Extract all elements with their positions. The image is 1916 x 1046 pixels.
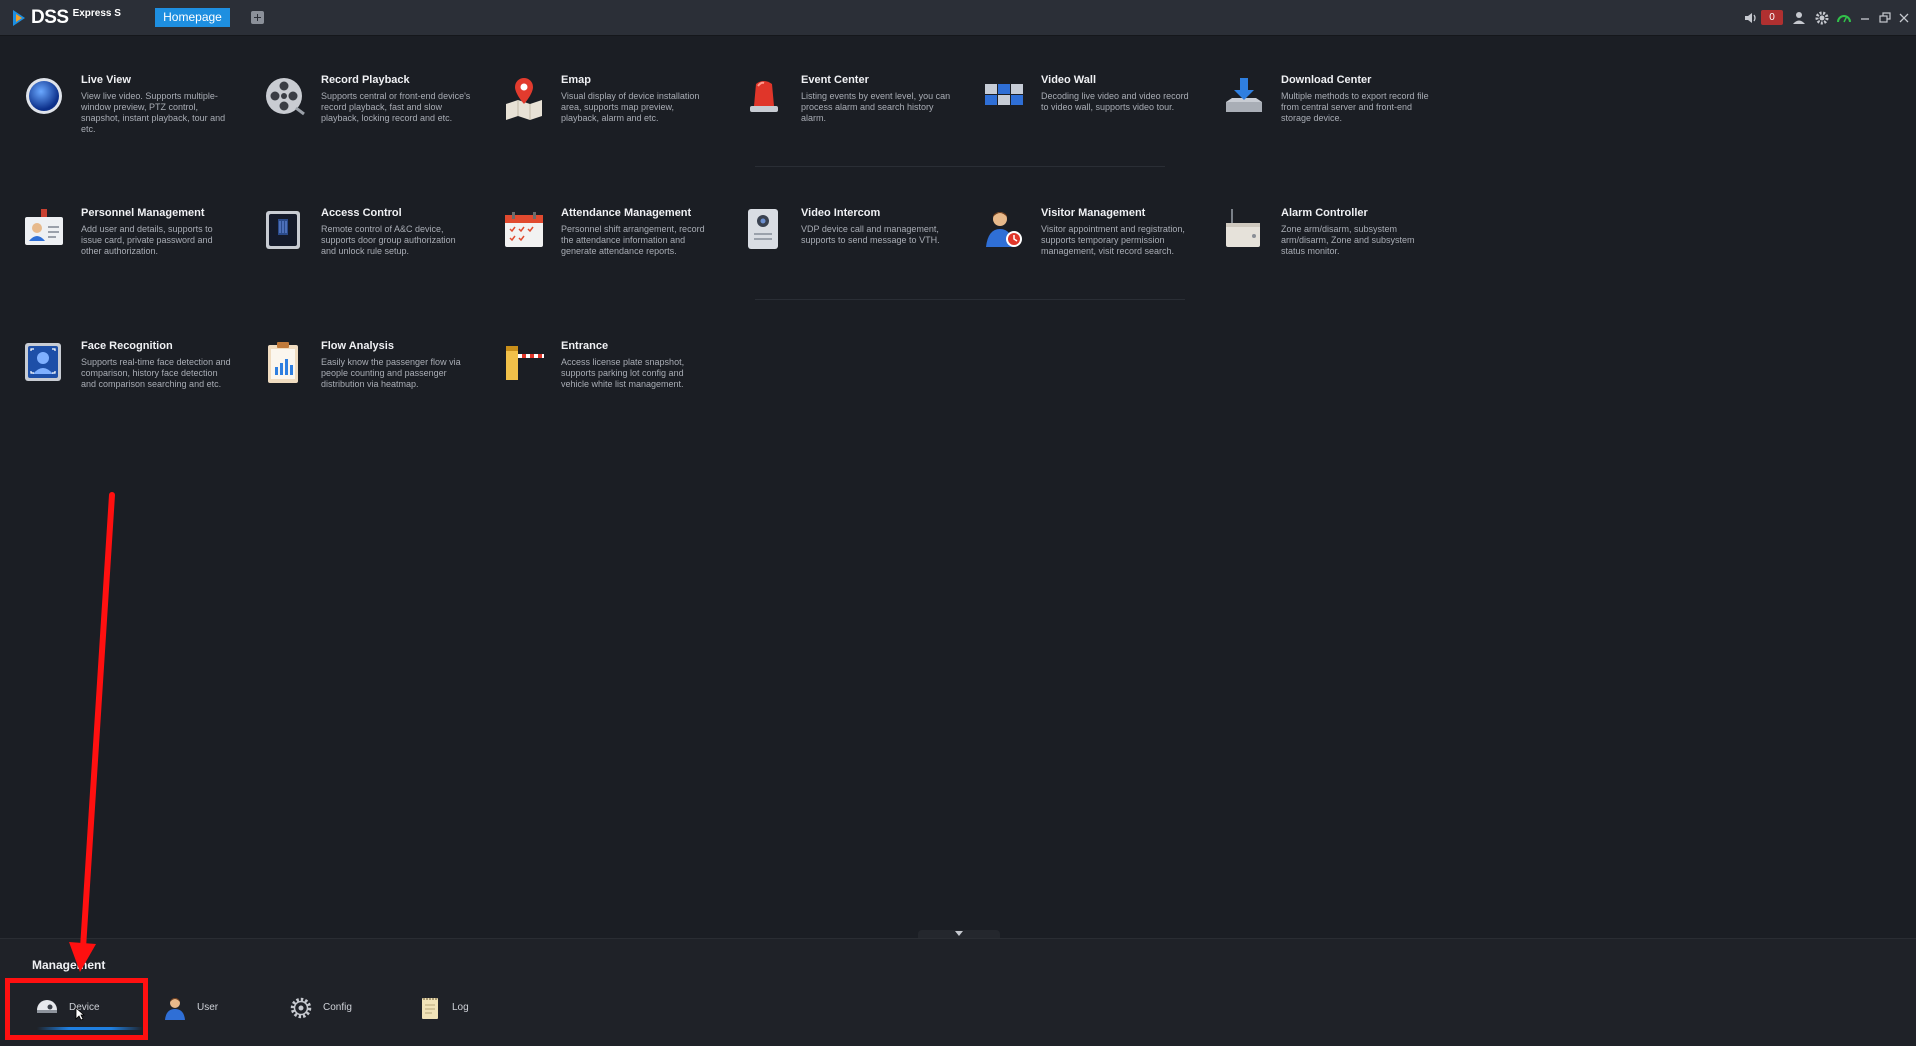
management-item-label: Log	[452, 1002, 469, 1013]
performance-gauge-icon[interactable]	[1836, 10, 1852, 26]
app-title: Visitor Management	[1041, 207, 1146, 219]
brand-edition: Express S	[72, 8, 121, 19]
app-description: Personnel shift arrangement, record the …	[561, 224, 705, 256]
calendar-check-icon	[505, 212, 543, 247]
app-description: Supports central or front-end device's r…	[321, 91, 471, 123]
app-title: Record Playback	[321, 74, 410, 86]
app-description: Zone arm/disarm, subsystem arm/disarm, Z…	[1281, 224, 1415, 256]
app-title: Video Intercom	[801, 207, 881, 219]
app-description: Listing events by event level, you can p…	[801, 91, 951, 123]
app-description: Access license plate snapshot, supports …	[561, 357, 685, 389]
row-divider	[755, 299, 1185, 300]
app-description: View live video. Supports multiple-windo…	[81, 91, 226, 134]
app-title: Alarm Controller	[1281, 207, 1368, 219]
gear-icon	[290, 997, 312, 1019]
face-scan-icon	[25, 343, 61, 381]
app-logo: DSS Express S	[12, 6, 121, 30]
app-access-control[interactable]: Access Control Remote control of A&C dev…	[262, 207, 482, 297]
app-title: Video Wall	[1041, 74, 1097, 86]
brand-name: DSS	[31, 7, 69, 28]
row-divider	[755, 166, 1165, 167]
download-tray-icon	[1226, 78, 1262, 112]
clipboard-chart-icon	[268, 342, 298, 383]
app-title: Entrance	[561, 340, 609, 352]
app-event-center[interactable]: Event Center Listing events by event lev…	[742, 74, 962, 164]
restore-window-icon[interactable]	[1877, 10, 1893, 26]
app-video-intercom[interactable]: Video Intercom VDP device call and manag…	[742, 207, 962, 297]
close-window-icon[interactable]	[1896, 10, 1912, 26]
map-pin-icon	[506, 78, 542, 120]
app-video-wall[interactable]: Video Wall Decoding live video and video…	[982, 74, 1202, 164]
alarm-panel-icon	[1226, 209, 1260, 247]
app-download-center[interactable]: Download Center Multiple methods to expo…	[1222, 74, 1442, 164]
app-face-recognition[interactable]: Face Recognition Supports real-time face…	[22, 340, 242, 430]
app-description: Decoding live video and video record to …	[1041, 91, 1189, 112]
management-title: Management	[32, 958, 106, 972]
app-description: Add user and details, supports to issue …	[81, 224, 213, 256]
alarm-count-badge[interactable]: 0	[1761, 10, 1783, 25]
dss-logo-icon	[13, 10, 25, 26]
top-bar: DSS Express S Homepage 0	[0, 0, 1916, 36]
app-description: Visitor appointment and registration, su…	[1041, 224, 1185, 256]
app-personnel-management[interactable]: Personnel Management Add user and detail…	[22, 207, 242, 297]
id-badge-icon	[25, 209, 63, 245]
app-visitor-management[interactable]: Visitor Management Visitor appointment a…	[982, 207, 1202, 297]
speaker-icon[interactable]	[1743, 10, 1759, 26]
app-title: Event Center	[801, 74, 869, 86]
chevron-down-icon	[955, 931, 963, 936]
user-person-icon	[165, 998, 185, 1020]
app-emap[interactable]: Emap Visual display of device installati…	[502, 74, 722, 164]
app-entrance[interactable]: Entrance Access license plate snapshot, …	[502, 340, 722, 430]
app-title: Download Center	[1281, 74, 1372, 86]
app-title: Face Recognition	[81, 340, 173, 352]
minimize-icon[interactable]	[1857, 10, 1873, 26]
app-description: Easily know the passenger flow via peopl…	[321, 357, 461, 389]
app-description: Visual display of device installation ar…	[561, 91, 700, 123]
settings-gear-icon[interactable]	[1814, 10, 1830, 26]
film-reel-icon	[266, 78, 305, 116]
app-title: Emap	[561, 74, 591, 86]
app-title: Personnel Management	[81, 207, 205, 219]
app-description: Remote control of A&C device, supports d…	[321, 224, 456, 256]
tab-homepage[interactable]: Homepage	[155, 8, 230, 27]
log-notepad-icon	[422, 998, 438, 1019]
app-description: VDP device call and management, supports…	[801, 224, 940, 245]
barrier-gate-icon	[506, 346, 544, 380]
app-description: Multiple methods to export record file f…	[1281, 91, 1429, 123]
door-station-icon	[748, 209, 778, 249]
app-flow-analysis[interactable]: Flow Analysis Easily know the passenger …	[262, 340, 482, 430]
alarm-beacon-icon	[750, 81, 778, 112]
app-live-view[interactable]: Live View View live video. Supports mult…	[22, 74, 242, 164]
management-item-log[interactable]: Log	[418, 996, 508, 1024]
management-panel	[0, 938, 1916, 1046]
app-record-playback[interactable]: Record Playback Supports central or fron…	[262, 74, 482, 164]
management-item-label: User	[197, 1002, 219, 1013]
live-view-globe-icon	[26, 78, 62, 114]
door-panel-icon	[266, 211, 300, 249]
app-title: Flow Analysis	[321, 340, 394, 352]
app-attendance-management[interactable]: Attendance Management Personnel shift ar…	[502, 207, 722, 297]
app-alarm-controller[interactable]: Alarm Controller Zone arm/disarm, subsys…	[1222, 207, 1442, 297]
app-title: Live View	[81, 74, 131, 86]
video-wall-icon	[985, 84, 1023, 105]
app-description: Supports real-time face detection and co…	[81, 357, 231, 389]
mouse-cursor-icon	[75, 1007, 85, 1021]
add-tab-icon[interactable]	[251, 11, 264, 24]
user-account-icon[interactable]	[1791, 10, 1807, 26]
management-item-user[interactable]: User	[163, 996, 253, 1024]
management-item-label: Config	[323, 1002, 352, 1013]
app-title: Attendance Management	[561, 207, 692, 219]
app-title: Access Control	[321, 207, 402, 219]
visitor-person-icon	[986, 212, 1022, 247]
management-item-config[interactable]: Config	[289, 996, 379, 1024]
